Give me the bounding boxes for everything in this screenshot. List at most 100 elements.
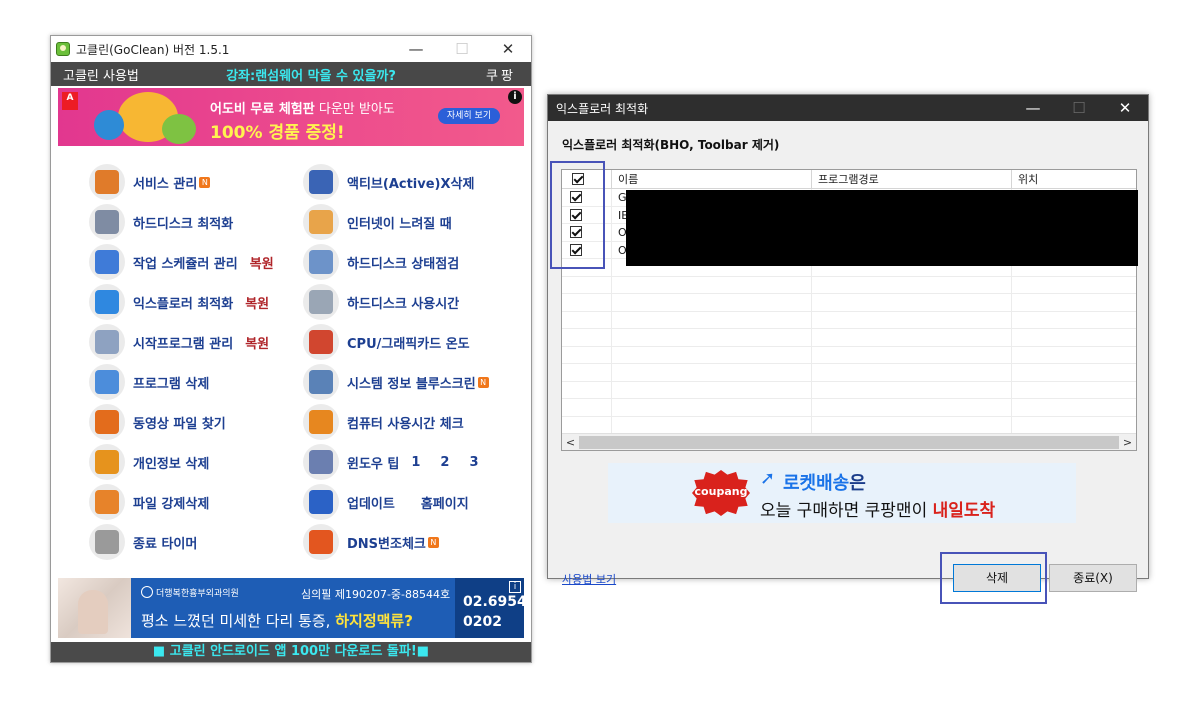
row-path-cell [812,399,1012,416]
menu-item-label: 시스템 정보 블루스크린 [347,376,476,392]
menu-item[interactable]: 서비스 관리 N [89,164,211,200]
dialog-titlebar[interactable]: 익스플로러 최적화 — ☐ ✕ [548,95,1148,121]
menu-item[interactable]: 시스템 정보 블루스크린 N [303,364,489,400]
row-location-cell [1012,312,1136,329]
help-link[interactable]: 사용법 보기 [562,571,616,587]
clinic-ad-banner[interactable]: 더행복한흉부외과의원 심의필 제190207-중-88544호 평소 느꼈던 미… [58,578,524,638]
menu-item[interactable]: 시작프로그램 관리 복원 [89,324,269,360]
scroll-thumb[interactable] [579,436,1119,449]
row-checkbox-cell [562,294,612,311]
menu-item[interactable]: 개인정보 삭제 [89,444,209,480]
row-checkbox-cell [562,381,612,398]
service-gear-icon [89,164,125,200]
ad-illustration-shape [94,110,124,140]
coupang-ad-banner[interactable]: coupang ➚ 로켓배송은 오늘 구매하면 쿠팡맨이 내일도착 [608,463,1076,523]
horizontal-scrollbar[interactable]: < > [562,433,1136,450]
adobe-logo-icon: A [62,92,78,110]
menu-item[interactable]: 작업 스케쥴러 관리 복원 [89,244,274,280]
menu-item-label: 컴퓨터 사용시간 체크 [347,416,464,432]
menu-item-label: CPU/그래픽카드 온도 [347,336,470,352]
minimize-icon[interactable]: — [1010,95,1056,121]
addon-listview[interactable]: 이름 프로그램경로 위치 G IE O O < > [561,169,1138,451]
monitor-icon [303,364,339,400]
menu-item[interactable]: 하드디스크 사용시간 [303,284,459,320]
goclean-app-icon [56,42,70,56]
tip-link[interactable]: 3 [469,455,478,470]
menu-item-label: 파일 강제삭제 [133,496,210,512]
row-name-cell [612,276,812,293]
restore-link[interactable]: 복원 [245,293,269,312]
tip-link[interactable]: 2 [440,455,449,470]
table-row[interactable] [562,294,1136,312]
ie-logo-icon [89,284,125,320]
menu-item[interactable]: 윈도우 팁 1 2 3 [303,444,479,480]
row-location-cell [1012,382,1136,399]
uninstall-check-icon [89,364,125,400]
table-row[interactable] [562,399,1136,417]
menu-item[interactable]: DNS변조체크 N [303,524,439,560]
new-badge-icon: N [477,376,489,388]
main-menubar: 고클린 사용법 강좌:랜섬웨어 막을 수 있을까? 쿠팡 [51,62,531,86]
column-header-location[interactable]: 위치 [1012,170,1136,189]
menu-item[interactable]: CPU/그래픽카드 온도 [303,324,470,360]
ad-top-line1: 어도비 무료 체험판 다운만 받아도 [210,102,395,117]
menu-item[interactable]: 인터넷이 느려질 때 [303,204,452,240]
clinic-name: 더행복한흉부외과의원 [141,586,239,599]
menu-item[interactable]: 동영상 파일 찾기 [89,404,226,440]
restore-link[interactable]: 복원 [250,253,274,272]
menu-item[interactable]: 컴퓨터 사용시간 체크 [303,404,464,440]
ad-photo [58,578,131,638]
table-row[interactable] [562,346,1136,364]
coupang-ad-line1: 로켓배송은 [783,473,866,494]
menu-item[interactable]: 하드디스크 최적화 [89,204,233,240]
disk-magnifier-icon [303,244,339,280]
main-titlebar[interactable]: 고클린(GoClean) 버전 1.5.1 — ☐ ✕ [51,36,531,62]
row-checkbox-cell [562,346,612,363]
minimize-icon[interactable]: — [393,36,439,62]
maximize-icon: ☐ [1072,99,1086,117]
table-row[interactable] [562,364,1136,382]
restore-link[interactable]: 복원 [245,333,269,352]
adobe-ad-banner[interactable]: A 어도비 무료 체험판 다운만 받아도 100% 경품 증정! 자세히 보기 … [58,88,524,146]
menu-item[interactable]: 파일 강제삭제 [89,484,209,520]
ad-info-icon[interactable]: i [508,90,522,104]
ad-info-icon[interactable]: i [509,581,521,593]
row-location-cell [1012,277,1136,294]
row-location-cell [1012,294,1136,311]
menu-item[interactable]: 액티브(Active)X삭제 [303,164,474,200]
close-icon[interactable]: ✕ [1102,95,1148,121]
menu-item-label: 하드디스크 사용시간 [347,296,460,312]
column-header-path[interactable]: 프로그램경로 [812,170,1012,189]
exit-button[interactable]: 종료(X) [1049,564,1137,592]
menu-item-label: 익스플로러 최적화 [133,296,234,312]
row-location-cell [1012,417,1136,434]
table-row[interactable] [562,329,1136,347]
homepage-link[interactable]: 홈페이지 [421,493,469,512]
delete-button-highlight [940,552,1047,604]
close-icon[interactable]: ✕ [485,36,531,62]
table-row[interactable] [562,381,1136,399]
table-row[interactable] [562,416,1136,434]
row-checkbox-cell [562,311,612,328]
menu-user-guide[interactable]: 고클린 사용법 [51,65,151,84]
dialog-body: 익스플로러 최적화(BHO, Toolbar 제거) 이름 프로그램경로 위치 … [548,121,1148,604]
menu-coupang[interactable]: 쿠팡 [471,65,531,84]
startup-doc-icon [89,324,125,360]
tip-link[interactable]: 1 [411,455,420,470]
ad-approval-number: 심의필 제190207-중-88544호 [301,588,451,601]
scroll-right-icon[interactable]: > [1119,434,1136,451]
row-name-cell [612,346,812,363]
menu-lecture[interactable]: 강좌:랜섬웨어 막을 수 있을까? [151,65,471,84]
ad-top-line2: 100% 경품 증정! [210,123,345,143]
ad-detail-button[interactable]: 자세히 보기 [438,108,500,124]
table-row[interactable] [562,311,1136,329]
table-row[interactable] [562,276,1136,294]
scroll-left-icon[interactable]: < [562,434,579,451]
menu-item[interactable]: 종료 타이머 [89,524,197,560]
menu-item[interactable]: 업데이트 홈페이지 [303,484,469,520]
menu-item[interactable]: 익스플로러 최적화 복원 [89,284,269,320]
android-app-footer[interactable]: ■ 고클린 안드로이드 앱 100만 다운로드 돌파!■ [51,642,531,662]
menu-item[interactable]: 하드디스크 상태점검 [303,244,459,280]
menu-item[interactable]: 프로그램 삭제 [89,364,209,400]
column-header-name[interactable]: 이름 [612,170,812,189]
